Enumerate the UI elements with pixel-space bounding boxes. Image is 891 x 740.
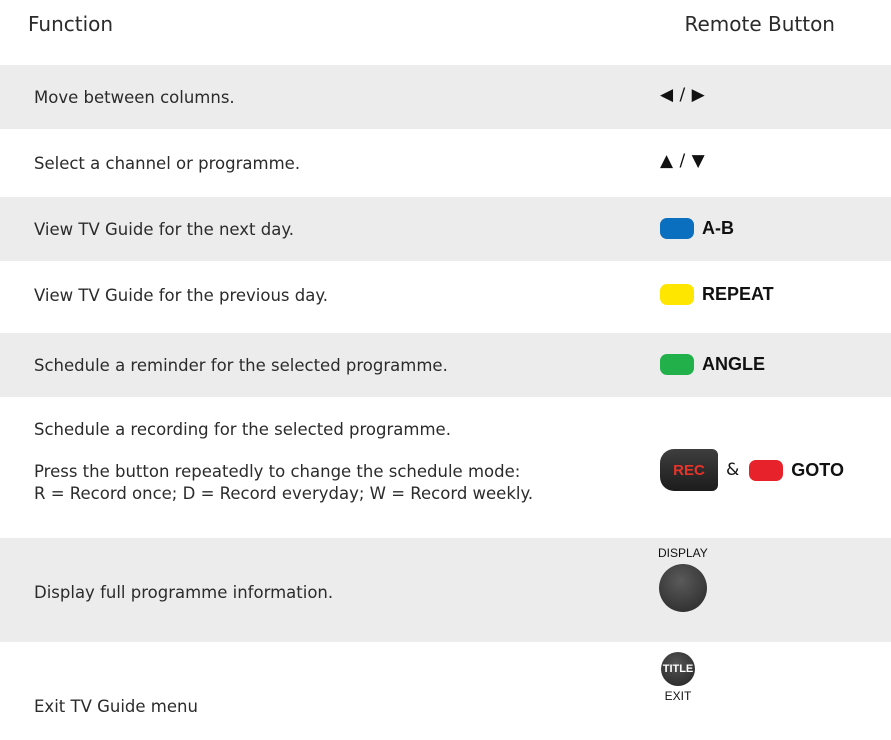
button-label: ANGLE <box>702 354 765 374</box>
remote-button-column-header: Remote Button <box>684 12 835 36</box>
remote-button-cell: ◀ / ▶ <box>660 85 705 105</box>
table-row: Move between columns. ◀ / ▶ <box>0 65 891 129</box>
remote-button-cell: A-B <box>660 218 734 239</box>
red-button-icon <box>749 459 784 481</box>
exit-caption: EXIT <box>664 689 692 703</box>
rec-button-icon: REC <box>660 449 718 491</box>
table-row: Schedule a reminder for the selected pro… <box>0 333 891 397</box>
table-row: Schedule a recording for the selected pr… <box>0 401 891 531</box>
function-note: Press the button repeatedly to change th… <box>34 462 521 481</box>
table-row: Select a channel or programme. ▲ / ▼ <box>0 129 891 193</box>
display-button-icon <box>658 564 707 612</box>
button-label: GOTO <box>791 459 844 480</box>
up-down-arrows-icon: ▲ / ▼ <box>660 151 706 171</box>
table-row: View TV Guide for the previous day. REPE… <box>0 261 891 329</box>
title-button-icon: TITLE <box>661 652 695 686</box>
button-label: A-B <box>702 218 734 238</box>
function-text: Select a channel or programme. <box>34 154 301 173</box>
table-row: View TV Guide for the next day. A-B <box>0 197 891 261</box>
remote-button-cell: ▲ / ▼ <box>660 151 705 171</box>
table-row: Display full programme information. DISP… <box>0 538 891 642</box>
function-text: View TV Guide for the previous day. <box>34 286 328 305</box>
button-label: REPEAT <box>702 284 774 304</box>
table-header: Function Remote Button <box>0 0 891 52</box>
table-row: Exit TV Guide menu TITLE EXIT <box>0 642 891 740</box>
display-caption: DISPLAY <box>658 546 708 560</box>
remote-button-cell: ANGLE <box>660 354 765 375</box>
function-text: Exit TV Guide menu <box>34 697 198 716</box>
function-text: View TV Guide for the next day. <box>34 220 295 239</box>
function-text: Schedule a recording for the selected pr… <box>34 420 451 439</box>
ampersand: & <box>726 460 740 480</box>
yellow-button-icon <box>660 284 694 305</box>
function-text: Display full programme information. <box>34 583 334 602</box>
remote-button-cell: DISPLAY <box>658 546 708 612</box>
left-right-arrows-icon: ◀ / ▶ <box>660 85 706 105</box>
tv-guide-controls-table: Function Remote Button Move between colu… <box>0 0 891 740</box>
remote-button-cell: REC & GOTO <box>660 449 844 491</box>
remote-button-cell: TITLE EXIT <box>661 652 695 703</box>
remote-button-cell: REPEAT <box>660 284 774 305</box>
function-column-header: Function <box>28 12 114 36</box>
green-button-icon <box>660 354 694 375</box>
function-note: R = Record once; D = Record everyday; W … <box>34 484 534 503</box>
blue-button-icon <box>660 218 694 239</box>
function-text: Move between columns. <box>34 88 235 107</box>
function-text: Schedule a reminder for the selected pro… <box>34 356 448 375</box>
